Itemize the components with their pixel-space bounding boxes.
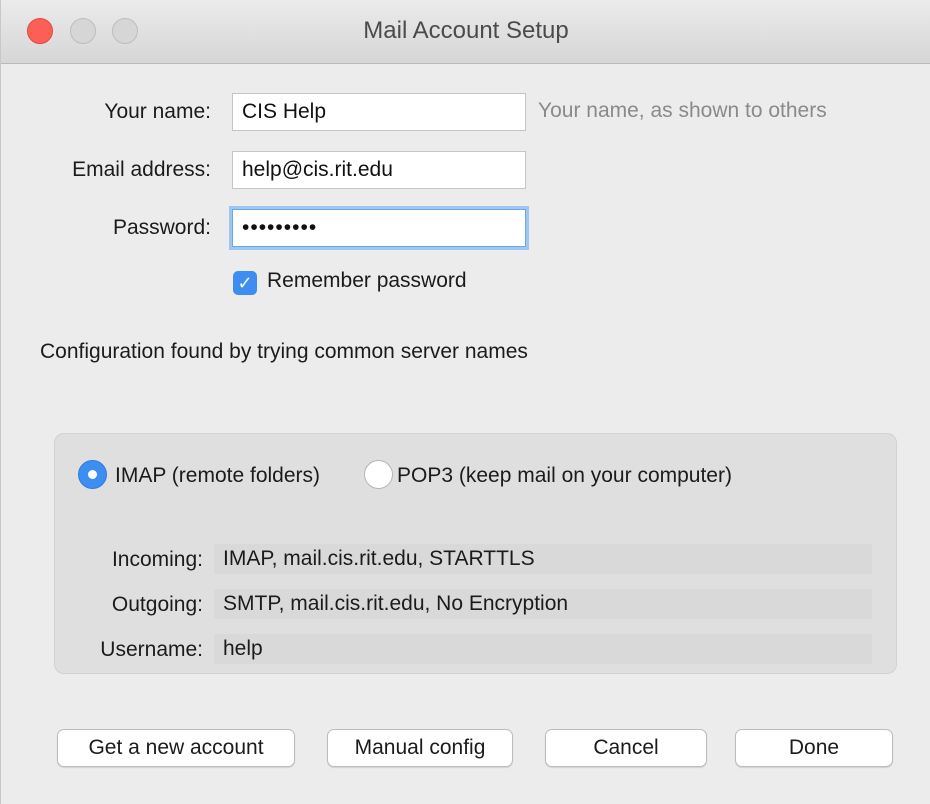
remember-password-checkbox[interactable]: ✓ xyxy=(233,271,257,295)
incoming-value: IMAP, mail.cis.rit.edu, STARTTLS xyxy=(214,544,872,574)
username-label: Username: xyxy=(100,638,203,661)
configuration-status: Configuration found by trying common ser… xyxy=(40,340,528,363)
pop3-radio-label[interactable]: POP3 (keep mail on your computer) xyxy=(397,464,732,488)
name-field[interactable]: CIS Help xyxy=(232,93,526,131)
cancel-button[interactable]: Cancel xyxy=(545,729,707,767)
incoming-label: Incoming: xyxy=(111,548,203,571)
checkmark-icon: ✓ xyxy=(237,273,253,293)
window-title: Mail Account Setup xyxy=(363,17,569,44)
password-field[interactable]: ••••••••• xyxy=(232,209,526,247)
get-new-account-button[interactable]: Get a new account xyxy=(57,729,295,767)
manual-config-button[interactable]: Manual config xyxy=(327,729,513,767)
title-bar: Mail Account Setup xyxy=(1,0,930,64)
outgoing-label: Outgoing: xyxy=(111,593,203,616)
mail-account-setup-window: Mail Account Setup Your name: CIS Help Y… xyxy=(0,0,930,804)
done-button[interactable]: Done xyxy=(735,729,893,767)
password-label: Password: xyxy=(112,216,211,239)
remember-password-label[interactable]: Remember password xyxy=(267,269,467,293)
imap-radio[interactable] xyxy=(78,460,107,489)
email-label: Email address: xyxy=(72,158,211,181)
username-value: help xyxy=(214,634,872,664)
imap-radio-label[interactable]: IMAP (remote folders) xyxy=(115,464,320,488)
outgoing-value: SMTP, mail.cis.rit.edu, No Encryption xyxy=(214,589,872,619)
email-field[interactable]: help@cis.rit.edu xyxy=(232,151,526,189)
name-hint: Your name, as shown to others xyxy=(538,99,827,122)
pop3-radio[interactable] xyxy=(364,460,393,489)
name-label: Your name: xyxy=(104,100,211,123)
